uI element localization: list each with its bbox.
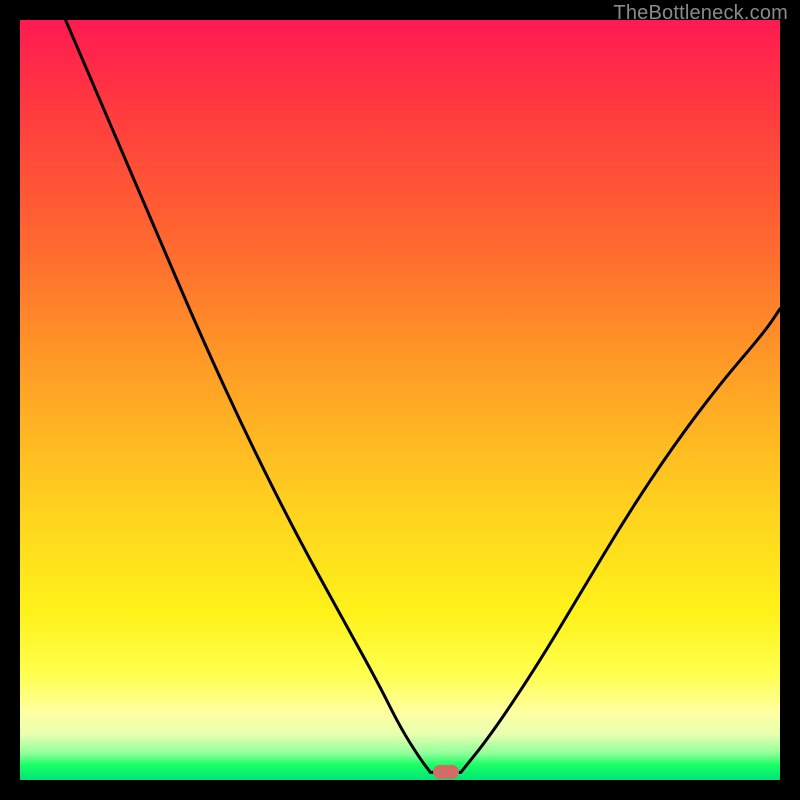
bottom-marker	[433, 765, 459, 779]
attribution-label: TheBottleneck.com	[613, 2, 788, 25]
chart-frame: TheBottleneck.com	[0, 0, 800, 800]
gradient-background	[20, 20, 780, 780]
